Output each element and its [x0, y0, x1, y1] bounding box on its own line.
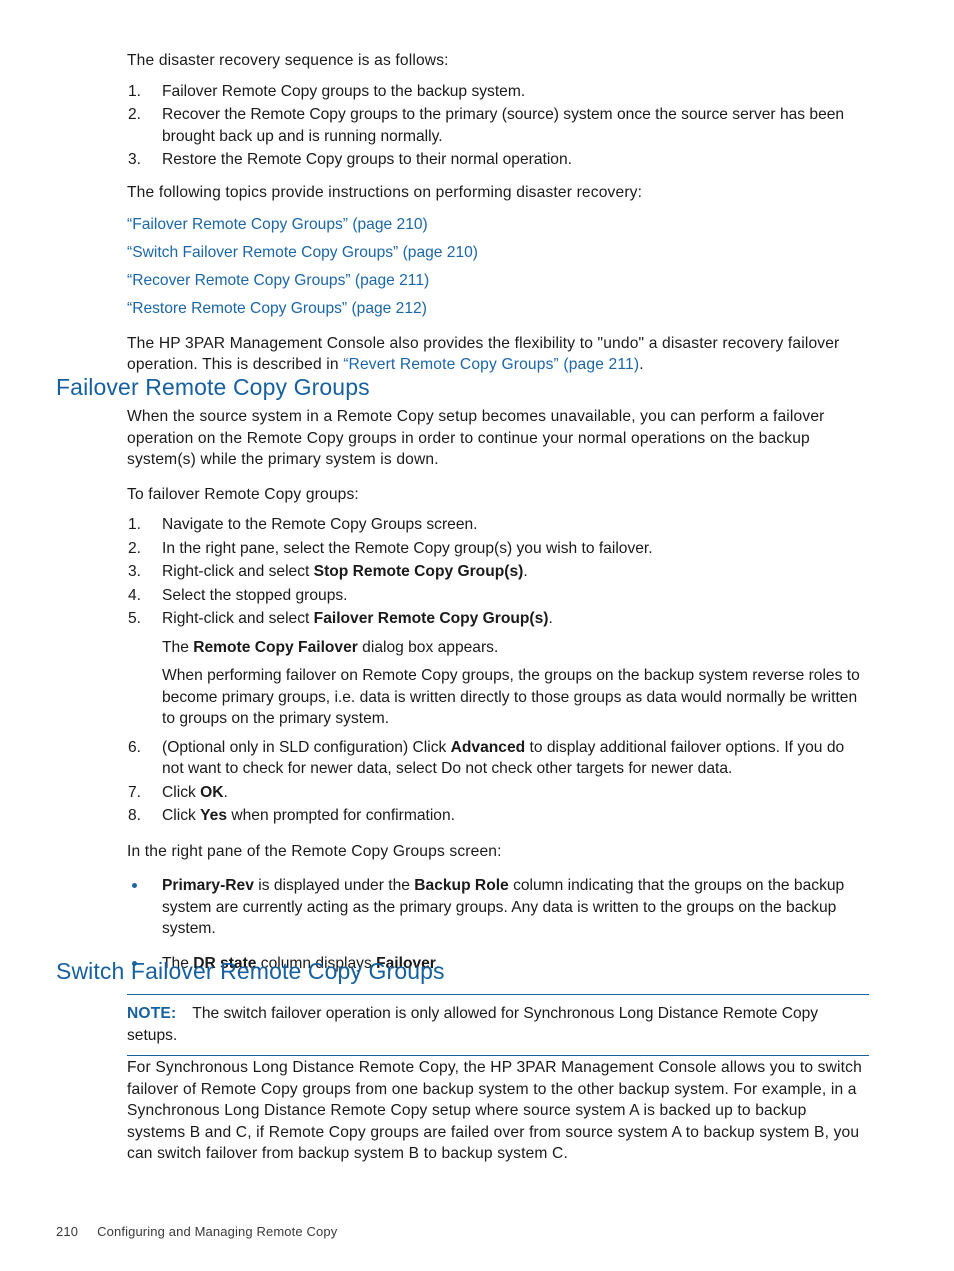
list-item: 5. Right-click and select Failover Remot…: [127, 608, 869, 730]
list-item: 3. Right-click and select Stop Remote Co…: [127, 561, 869, 583]
dialog-name-remote-copy-failover: Remote Copy Failover: [193, 638, 358, 656]
menu-command-failover-remote-copy-group: Failover Remote Copy Group(s): [313, 610, 549, 627]
list-marker: 7.: [128, 783, 142, 801]
undo-paragraph-text-after: .: [639, 356, 644, 373]
list-item: 3. Restore the Remote Copy groups to the…: [127, 149, 869, 171]
list-item-text: Failover Remote Copy groups to the backu…: [162, 82, 526, 100]
step8-text-after: when prompted for confirmation.: [227, 807, 455, 824]
list-item-text: Click OK.: [162, 784, 228, 801]
list-marker: 4.: [128, 586, 142, 604]
list-item: Primary-Rev is displayed under the Backu…: [127, 875, 869, 940]
list-marker: 6.: [128, 738, 142, 756]
list-marker: 1.: [128, 516, 142, 533]
step5-text-after: .: [548, 610, 553, 627]
menu-command-stop-remote-copy-group: Stop Remote Copy Group(s): [313, 563, 524, 580]
step3-text-after: .: [523, 563, 528, 580]
list-item-text: Navigate to the Remote Copy Groups scree…: [162, 516, 478, 533]
step5-role-reversal-note: When performing failover on Remote Copy …: [162, 667, 860, 727]
failover-intro-paragraph: When the source system in a Remote Copy …: [127, 408, 825, 468]
list-marker: 2.: [128, 106, 142, 123]
list-item-text: Select the stopped groups.: [162, 586, 348, 604]
list-marker: 3.: [128, 563, 142, 580]
document-page: The disaster recovery sequence is as fol…: [0, 0, 954, 1271]
failover-steps-list: 1. Navigate to the Remote Copy Groups sc…: [127, 514, 869, 827]
list-marker: 1.: [128, 82, 142, 100]
step7-text-after: .: [223, 783, 228, 801]
value-primary-rev: Primary-Rev: [162, 877, 254, 894]
list-item-text: Click Yes when prompted for confirmation…: [162, 807, 455, 824]
undo-paragraph: The HP 3PAR Management Console also prov…: [127, 333, 869, 376]
xref-restore-remote-copy-groups[interactable]: “Restore Remote Copy Groups” (page 212): [127, 298, 869, 320]
bullet-dot-icon: [132, 883, 137, 888]
cross-reference-list: “Failover Remote Copy Groups” (page 210)…: [127, 214, 869, 320]
failover-result-lead: In the right pane of the Remote Copy Gro…: [127, 842, 502, 860]
list-marker: 8.: [128, 807, 142, 824]
xref-failover-remote-copy-groups[interactable]: “Failover Remote Copy Groups” (page 210): [127, 214, 869, 236]
list-item-text: Right-click and select Failover Remote C…: [162, 610, 553, 627]
footer-chapter-title: Configuring and Managing Remote Copy: [97, 1224, 338, 1239]
xref-revert-remote-copy-groups[interactable]: “Revert Remote Copy Groups” (page 211): [343, 356, 639, 373]
page-title-failover-remote-copy-groups: Failover Remote Copy Groups: [56, 374, 370, 400]
list-item-text: In the right pane, select the Remote Cop…: [162, 539, 653, 557]
failover-section-body: When the source system in a Remote Copy …: [127, 406, 869, 974]
list-item: 2. In the right pane, select the Remote …: [127, 538, 869, 560]
disaster-recovery-sequence-list: 1. Failover Remote Copy groups to the ba…: [127, 81, 869, 171]
step5-dialog-note: The Remote Copy Failover dialog box appe…: [162, 637, 869, 659]
xref-switch-failover-remote-copy-groups[interactable]: “Switch Failover Remote Copy Groups” (pa…: [127, 242, 869, 264]
list-item: 4. Select the stopped groups.: [127, 585, 869, 607]
step5-sub1-after: dialog box appears.: [357, 638, 499, 656]
intro-lead: The disaster recovery sequence is as fol…: [127, 52, 449, 69]
step7-text-before: Click: [162, 783, 201, 801]
failover-steps-lead: To failover Remote Copy groups:: [127, 485, 359, 503]
list-item-text: Recover the Remote Copy groups to the pr…: [162, 106, 845, 145]
list-item: 1. Navigate to the Remote Copy Groups sc…: [127, 514, 869, 536]
note-body: NOTE: The switch failover operation is on…: [127, 1003, 869, 1046]
column-backup-role: Backup Role: [414, 877, 509, 894]
note-label: NOTE:: [127, 1005, 177, 1022]
list-item-text: (Optional only in SLD configuration) Cli…: [162, 739, 844, 778]
note-callout: NOTE: The switch failover operation is on…: [127, 994, 869, 1056]
list-item-text: Restore the Remote Copy groups to their …: [162, 151, 572, 168]
step6-text-before: (Optional only in SLD configuration) Cli…: [162, 738, 451, 756]
list-item: 7. Click OK.: [127, 782, 869, 804]
list-item-text: Right-click and select Stop Remote Copy …: [162, 563, 528, 580]
note-text: The switch failover operation is only al…: [127, 1005, 819, 1044]
page-footer: 210 Configuring and Managing Remote Copy: [56, 1224, 337, 1239]
list-marker: 2.: [128, 539, 142, 557]
step8-text-before: Click: [162, 807, 201, 824]
list-item-text: Primary-Rev is displayed under the Backu…: [162, 877, 844, 937]
list-item: 8. Click Yes when prompted for confirmat…: [127, 805, 869, 827]
button-advanced: Advanced: [450, 738, 526, 756]
button-ok: OK: [200, 783, 224, 801]
list-item: 6. (Optional only in SLD configuration) …: [127, 737, 869, 780]
footer-page-number: 210: [56, 1224, 79, 1239]
topics-lead: The following topics provide instruction…: [127, 183, 643, 201]
step5-text-before: Right-click and select: [162, 610, 314, 627]
xref-recover-remote-copy-groups[interactable]: “Recover Remote Copy Groups” (page 211): [127, 270, 869, 292]
switch-section-body: For Synchronous Long Distance Remote Cop…: [127, 1057, 869, 1165]
list-marker: 5.: [128, 610, 142, 627]
list-marker: 3.: [128, 151, 142, 168]
step3-text-before: Right-click and select: [162, 563, 314, 580]
page-title-switch-failover-remote-copy-groups: Switch Failover Remote Copy Groups: [56, 958, 445, 984]
list-item: 2. Recover the Remote Copy groups to the…: [127, 104, 869, 147]
step5-sub1-before: The: [162, 638, 194, 656]
list-item: 1. Failover Remote Copy groups to the ba…: [127, 81, 869, 103]
intro-block: The disaster recovery sequence is as fol…: [127, 50, 869, 376]
switch-body-paragraph: For Synchronous Long Distance Remote Cop…: [127, 1059, 862, 1162]
bullet1-mid1: is displayed under the: [253, 877, 415, 894]
button-yes: Yes: [200, 807, 228, 824]
